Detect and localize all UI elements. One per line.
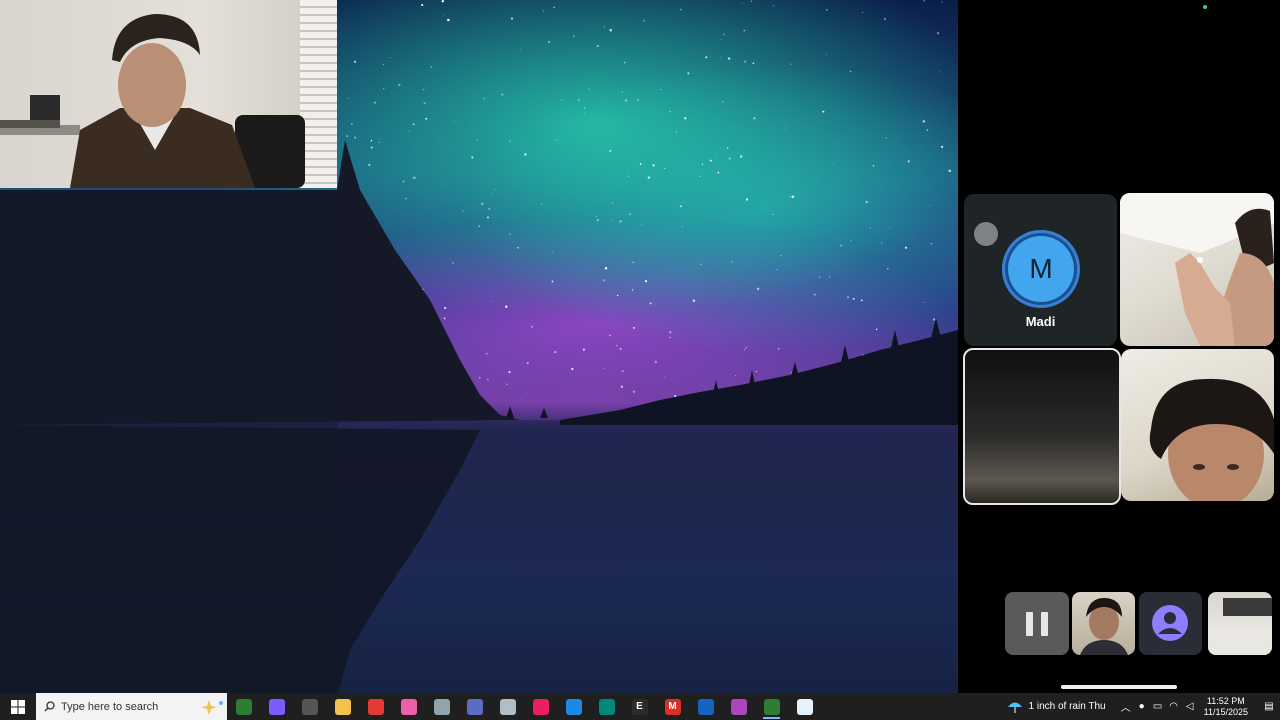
search-placeholder: Type here to search [61,700,159,713]
chrome-icon [367,698,384,715]
chrome-profile-icon [466,698,483,715]
pause-icon-bar [1041,612,1048,636]
windows-logo-icon [11,699,25,714]
home-indicator-bar[interactable] [1061,685,1177,689]
settings-app-icon [796,698,813,715]
todo-button[interactable] [557,693,590,720]
network-icon[interactable]: ▭ [1150,701,1166,712]
gmail-icon: M [664,698,681,715]
notification-icon[interactable]: ▤ [1258,701,1280,712]
taskbar-search-box[interactable]: Type here to search [36,693,227,720]
taskbar-pinned-apps: EM [227,693,821,720]
search-highlight-icon [201,699,223,715]
epic-games-icon: E [631,698,648,715]
phone-link-icon [763,698,780,715]
screen-tool-icon [301,698,318,715]
weather-text: 1 inch of rain Thu [1028,701,1106,712]
copilot-pro-icon [730,698,747,715]
copilot-pro-button[interactable] [722,693,755,720]
system-tray: 1 inch of rain Thu ︿ ● ▭ ◠ ◁ 11:52 PM 11… [1007,693,1280,720]
pause-button[interactable] [1005,592,1069,655]
game-app-button[interactable] [491,693,524,720]
game-app-icon [499,698,516,715]
gmail-button[interactable]: M [656,693,689,720]
todo-icon [565,698,582,715]
person-icon [1152,605,1188,641]
copilot-icon [268,698,285,715]
screen-tool-button[interactable] [293,693,326,720]
thumbnail-video [1080,598,1128,655]
status-indicator [1203,5,1207,9]
avatar: M [1002,230,1080,308]
clock[interactable]: 11:52 PM 11/15/2025 [1204,696,1248,718]
start-button[interactable] [0,693,36,720]
participant-video [1120,193,1274,346]
chevron-up-icon[interactable]: ︿ [1118,699,1134,714]
epic-games-button[interactable]: E [623,693,656,720]
umbrella-rain-icon [1007,702,1022,713]
outlook-icon [697,698,714,715]
participant-video [1149,378,1274,501]
self-webcam-feed [0,0,337,188]
participant-video-tile-dark[interactable] [963,348,1121,505]
itunes-icon [400,698,417,715]
phone-link-button[interactable] [755,693,788,720]
participant-thumbnail-no-video[interactable] [1139,592,1202,655]
remote-desktop-icon [433,698,450,715]
edge-icon [598,698,615,715]
speaking-indicator [974,222,998,246]
photos-button[interactable] [524,693,557,720]
microphone-icon[interactable]: ● [1134,701,1150,712]
chrome-button[interactable] [359,693,392,720]
participant-thumbnail[interactable] [1072,592,1135,655]
copilot-button[interactable] [260,693,293,720]
clock-time: 11:52 PM [1206,695,1245,706]
search-icon [44,701,55,712]
settings-app-button[interactable] [788,693,821,720]
photos-icon [532,698,549,715]
volume-icon[interactable]: ◁ [1182,701,1198,712]
chrome-profile-button[interactable] [458,693,491,720]
edge-button[interactable] [590,693,623,720]
participant-video-tile-face[interactable] [1121,349,1274,501]
pause-icon [1026,612,1033,636]
itunes-button[interactable] [392,693,425,720]
avatar-initial: M [1008,236,1074,302]
participant-thumbnail-room[interactable] [1208,592,1272,655]
participant-name: Madi [1025,314,1056,329]
task-manager-icon [235,698,252,715]
file-explorer-icon [334,698,351,715]
wifi-icon[interactable]: ◠ [1166,701,1182,712]
file-explorer-button[interactable] [326,693,359,720]
participant-video-tile[interactable] [1120,193,1274,346]
thumbnail-video [1208,598,1272,655]
participant-tile-madi[interactable]: M Madi [964,194,1117,346]
remote-desktop-button[interactable] [425,693,458,720]
task-manager-button[interactable] [227,693,260,720]
webcam-scene [0,14,305,188]
taskbar: Type here to search EM 1 inch of rain Th… [0,693,1280,720]
clock-date: 11/15/2025 [1203,706,1248,717]
outlook-button[interactable] [689,693,722,720]
weather-widget[interactable]: 1 inch of rain Thu [1007,700,1106,714]
